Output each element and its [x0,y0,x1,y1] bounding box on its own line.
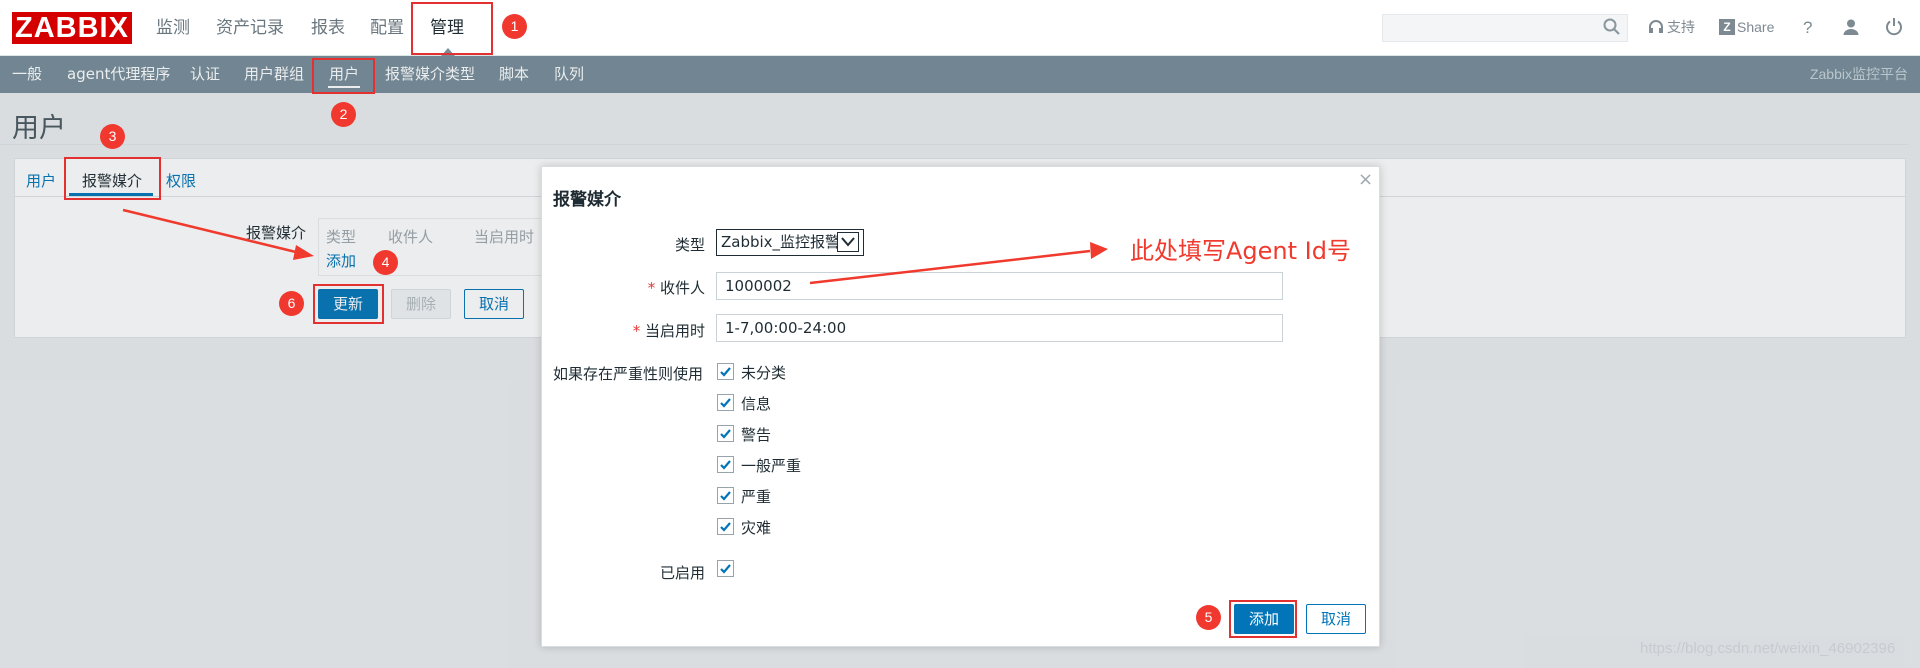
annotation-note: 此处填写Agent Id号 [1130,237,1351,265]
annotation-arrows [122,208,1108,285]
watermark: https://blog.csdn.net/weixin_46902396 [1640,640,1896,657]
